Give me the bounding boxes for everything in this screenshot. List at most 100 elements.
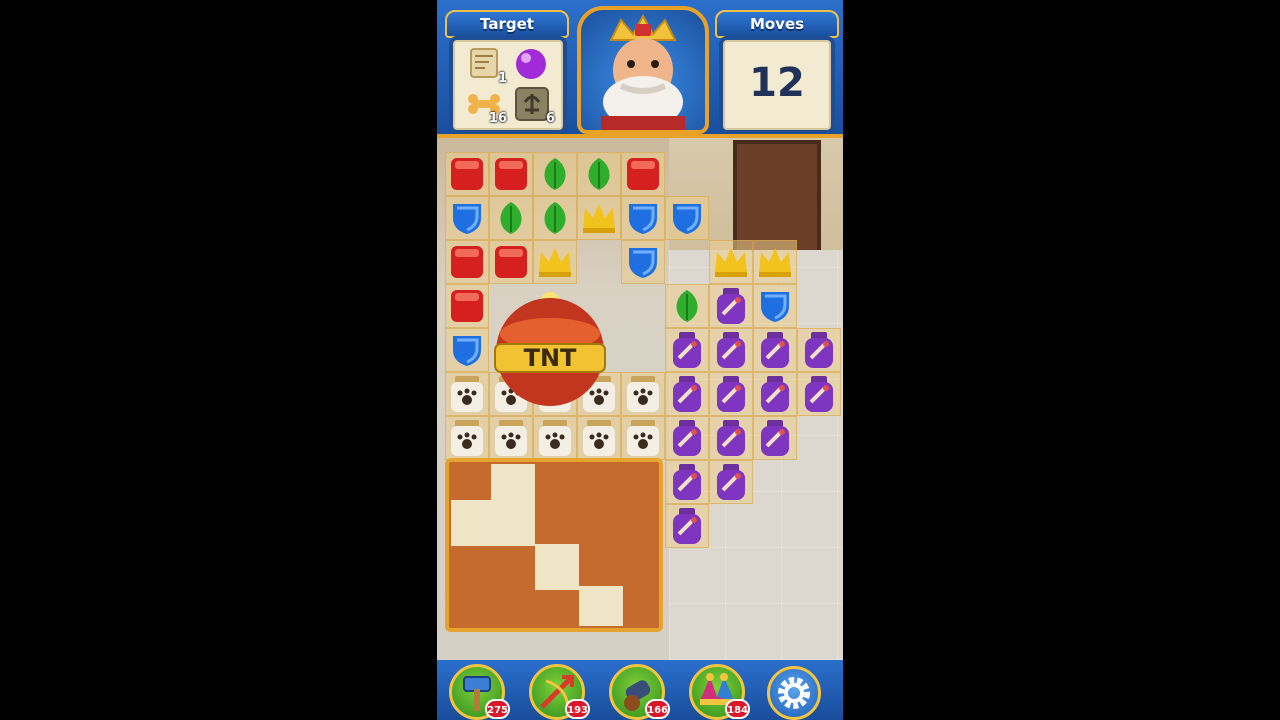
gold-crown-gem-icon [715, 248, 747, 277]
arrow-booster-button[interactable]: 193 [529, 664, 590, 720]
booster-bar: 275 193 166 184 [437, 660, 843, 720]
green-leaf-gem-icon [544, 202, 566, 234]
purple-potion-jar-icon [673, 376, 701, 412]
green-leaf-gem-icon [544, 158, 566, 190]
booster-count-badge: 184 [725, 699, 750, 719]
map-piece [491, 464, 535, 504]
red-gem-icon [451, 290, 483, 322]
board-cell[interactable] [621, 240, 665, 284]
pet-jar-icon [583, 420, 615, 456]
pet-jar-icon [627, 376, 659, 412]
purple-potion-jar-icon [673, 420, 701, 456]
board-cell[interactable] [665, 328, 709, 372]
purple-potion-jar-icon [673, 332, 701, 368]
board-cell[interactable] [797, 372, 841, 416]
blue-shield-gem-icon [629, 248, 657, 278]
green-leaf-gem-icon [676, 290, 698, 322]
board-cell[interactable] [489, 416, 533, 460]
blue-shield-gem-icon [673, 204, 701, 234]
gold-crown-gem-icon [759, 248, 791, 277]
board-cell[interactable] [709, 284, 753, 328]
blue-shield-gem-icon [761, 292, 789, 322]
board-cell[interactable] [577, 196, 621, 240]
red-gem-icon [451, 246, 483, 278]
tnt-icon: TNT [494, 292, 606, 406]
board-cell[interactable] [709, 240, 753, 284]
purple-potion-jar-icon [805, 376, 833, 412]
board-cell[interactable] [533, 152, 577, 196]
board-cell[interactable] [753, 372, 797, 416]
board-cell[interactable] [621, 152, 665, 196]
board-cell[interactable] [665, 416, 709, 460]
pet-jar-icon [451, 420, 483, 456]
purple-potion-jar-icon [717, 376, 745, 412]
hammer-booster-button[interactable]: 275 [449, 664, 510, 720]
gold-crown-gem-icon [539, 248, 571, 277]
pet-jar-icon [451, 376, 483, 412]
board-cell[interactable] [577, 416, 621, 460]
board-cell[interactable] [665, 372, 709, 416]
map-piece [451, 500, 535, 546]
gold-crown-gem-icon [583, 204, 615, 233]
treasure-map-slab [445, 458, 663, 632]
board-cell[interactable] [445, 284, 489, 328]
board-cell[interactable] [489, 240, 533, 284]
red-gem-icon [451, 158, 483, 190]
board-cell[interactable] [753, 328, 797, 372]
board-cell[interactable] [665, 460, 709, 504]
board-cell[interactable] [621, 372, 665, 416]
board-cell[interactable] [445, 416, 489, 460]
board-cell[interactable] [533, 196, 577, 240]
red-gem-icon [495, 246, 527, 278]
board-cell[interactable] [533, 416, 577, 460]
blue-shield-gem-icon [453, 204, 481, 234]
booster-count-badge: 166 [645, 699, 670, 719]
pet-jar-icon [495, 420, 527, 456]
board-cell[interactable] [753, 416, 797, 460]
blue-shield-gem-icon [453, 336, 481, 366]
purple-potion-jar-icon [717, 332, 745, 368]
board-cell[interactable] [445, 328, 489, 372]
board-cell[interactable] [665, 196, 709, 240]
board-cell[interactable] [665, 504, 709, 548]
purple-potion-jar-icon [717, 420, 745, 456]
board-cell[interactable] [709, 416, 753, 460]
board-cell[interactable] [533, 240, 577, 284]
board-cell[interactable] [709, 460, 753, 504]
board-cell[interactable] [709, 328, 753, 372]
board-cell[interactable] [753, 284, 797, 328]
booster-count-badge: 275 [485, 699, 510, 719]
board-cell[interactable] [489, 196, 533, 240]
board-cell[interactable] [445, 372, 489, 416]
map-piece [579, 586, 623, 626]
map-piece [535, 544, 579, 590]
purple-potion-jar-icon [717, 464, 745, 500]
board-cell[interactable] [621, 196, 665, 240]
purple-potion-jar-icon [805, 332, 833, 368]
board-cell[interactable] [621, 416, 665, 460]
tnt-label: TNT [524, 344, 577, 372]
purple-potion-jar-icon [761, 420, 789, 456]
board-cell[interactable] [445, 196, 489, 240]
green-leaf-gem-icon [588, 158, 610, 190]
board-cell[interactable] [709, 372, 753, 416]
board-cell[interactable] [445, 240, 489, 284]
board-cell[interactable] [753, 240, 797, 284]
red-gem-icon [495, 158, 527, 190]
game-screen: Target 1 16 6 Moves 12 TNT 275 193 166 1… [437, 0, 843, 720]
board-cell[interactable] [489, 152, 533, 196]
board-cell[interactable] [577, 152, 621, 196]
settings-button[interactable] [767, 666, 821, 720]
board-cell[interactable] [797, 328, 841, 372]
purple-potion-jar-icon [673, 508, 701, 544]
green-leaf-gem-icon [500, 202, 522, 234]
board-cell[interactable] [665, 284, 709, 328]
jester-hat-booster-button[interactable]: 184 [689, 664, 750, 720]
cannon-booster-button[interactable]: 166 [609, 664, 670, 720]
board-cell[interactable] [445, 152, 489, 196]
tnt-bomb[interactable]: TNT [485, 282, 615, 412]
purple-potion-jar-icon [673, 464, 701, 500]
pet-jar-icon [539, 420, 571, 456]
blue-shield-gem-icon [629, 204, 657, 234]
purple-potion-jar-icon [761, 332, 789, 368]
